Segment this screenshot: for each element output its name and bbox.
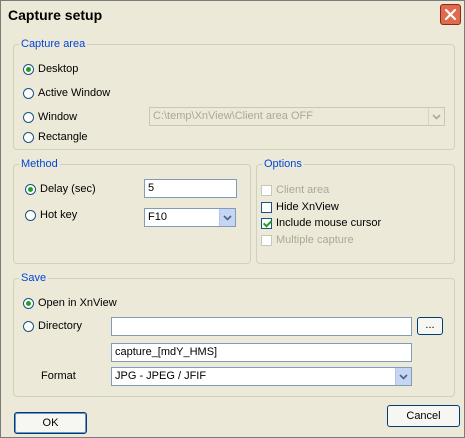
radio-active-window-label: Active Window bbox=[38, 87, 111, 99]
radio-active-window[interactable]: Active Window bbox=[23, 85, 110, 101]
radio-open-in-xnview-indicator[interactable] bbox=[23, 297, 34, 309]
format-select-dropdown[interactable] bbox=[395, 368, 411, 385]
close-button[interactable] bbox=[440, 4, 461, 25]
checkbox-multiple-capture-label: Multiple capture bbox=[276, 234, 354, 246]
capture-area-legend: Capture area bbox=[21, 38, 86, 50]
checkbox-hide-xnview[interactable]: Hide XnView bbox=[261, 199, 339, 215]
checkbox-client-area-box bbox=[261, 184, 272, 196]
radio-directory-label: Directory bbox=[38, 320, 83, 332]
radio-open-in-xnview[interactable]: Open in XnView bbox=[23, 295, 117, 311]
radio-hotkey-label: Hot key bbox=[40, 209, 78, 221]
radio-delay-indicator[interactable] bbox=[25, 183, 36, 195]
radio-delay[interactable]: Delay (sec) bbox=[25, 181, 96, 197]
checkbox-multiple-capture-box bbox=[261, 234, 272, 246]
checkbox-multiple-capture: Multiple capture bbox=[261, 232, 354, 248]
radio-directory-indicator[interactable] bbox=[23, 320, 34, 332]
dialog-title: Capture setup bbox=[8, 7, 103, 23]
radio-rectangle-label: Rectangle bbox=[38, 131, 88, 143]
chevron-down-icon bbox=[432, 113, 441, 120]
radio-hotkey[interactable]: Hot key bbox=[25, 207, 77, 223]
hotkey-select[interactable]: F10 bbox=[144, 208, 236, 227]
radio-delay-label: Delay (sec) bbox=[40, 183, 96, 195]
title-bar: Capture setup bbox=[1, 1, 464, 31]
radio-rectangle[interactable]: Rectangle bbox=[23, 129, 88, 145]
window-select-dropdown bbox=[428, 108, 444, 125]
save-legend: Save bbox=[21, 272, 47, 284]
radio-open-in-xnview-label: Open in XnView bbox=[38, 297, 117, 309]
checkbox-include-mouse-cursor-box[interactable] bbox=[261, 217, 272, 229]
radio-desktop-indicator[interactable] bbox=[23, 63, 34, 75]
hotkey-select-dropdown[interactable] bbox=[219, 209, 235, 226]
format-select-value: JPG - JPEG / JFIF bbox=[115, 370, 207, 382]
checkbox-hide-xnview-label: Hide XnView bbox=[276, 201, 339, 213]
ok-button[interactable]: OK bbox=[14, 412, 87, 434]
checkbox-client-area: Client area bbox=[261, 182, 329, 198]
method-legend: Method bbox=[21, 158, 58, 170]
radio-hotkey-indicator[interactable] bbox=[25, 209, 36, 221]
radio-active-window-indicator[interactable] bbox=[23, 87, 34, 99]
radio-rectangle-indicator[interactable] bbox=[23, 131, 34, 143]
cancel-button[interactable]: Cancel bbox=[387, 405, 460, 427]
close-icon bbox=[444, 8, 457, 21]
format-label: Format bbox=[41, 370, 76, 382]
format-select[interactable]: JPG - JPEG / JFIF bbox=[111, 367, 412, 386]
chevron-down-icon bbox=[399, 373, 408, 380]
capture-setup-dialog: Capture setup Capture area Desktop Activ… bbox=[0, 0, 465, 438]
checkbox-include-mouse-cursor-label: Include mouse cursor bbox=[276, 217, 382, 229]
radio-window-indicator[interactable] bbox=[23, 111, 34, 123]
radio-desktop[interactable]: Desktop bbox=[23, 61, 78, 77]
delay-input[interactable]: 5 bbox=[144, 179, 237, 198]
window-select: C:\temp\XnView\Client area OFF bbox=[149, 107, 445, 126]
options-legend: Options bbox=[264, 158, 302, 170]
checkbox-hide-xnview-box[interactable] bbox=[261, 201, 272, 213]
checkbox-client-area-label: Client area bbox=[276, 184, 330, 196]
radio-window-label: Window bbox=[38, 111, 78, 123]
window-select-value: C:\temp\XnView\Client area OFF bbox=[153, 110, 313, 122]
hotkey-select-value: F10 bbox=[148, 211, 167, 223]
browse-button[interactable]: ... bbox=[417, 317, 443, 335]
radio-desktop-label: Desktop bbox=[38, 63, 79, 75]
radio-window[interactable]: Window bbox=[23, 109, 77, 125]
checkbox-include-mouse-cursor[interactable]: Include mouse cursor bbox=[261, 215, 381, 231]
filename-pattern-input[interactable]: capture_[mdY_HMS] bbox=[111, 343, 412, 362]
radio-directory[interactable]: Directory bbox=[23, 318, 82, 334]
directory-input[interactable] bbox=[111, 317, 412, 336]
chevron-down-icon bbox=[223, 214, 232, 221]
